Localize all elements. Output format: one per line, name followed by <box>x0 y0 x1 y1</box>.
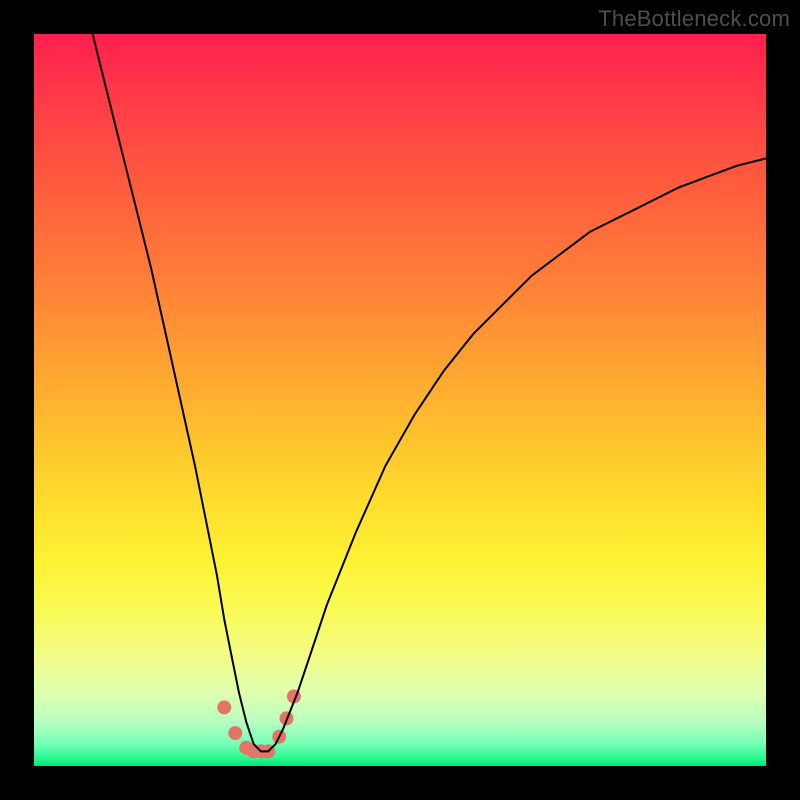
chart-frame: TheBottleneck.com <box>0 0 800 800</box>
curve-marker <box>217 700 231 714</box>
plot-area <box>34 34 766 766</box>
bottleneck-curve-path <box>93 34 766 751</box>
watermark-text: TheBottleneck.com <box>598 6 790 32</box>
curve-marker <box>228 726 242 740</box>
chart-svg <box>34 34 766 766</box>
marker-group <box>217 690 301 759</box>
